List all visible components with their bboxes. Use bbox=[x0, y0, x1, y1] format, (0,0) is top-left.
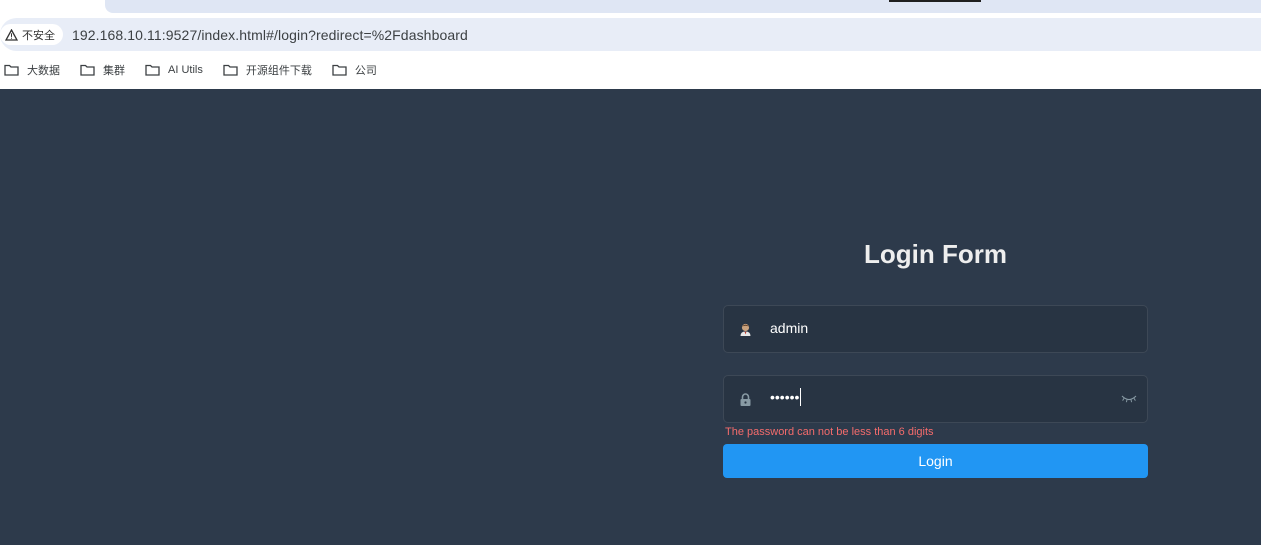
folder-icon bbox=[332, 64, 347, 76]
password-field[interactable]: •••••• bbox=[723, 375, 1148, 423]
address-bar[interactable]: 不安全 192.168.10.11:9527/index.html#/login… bbox=[0, 18, 1261, 51]
bookmark-label: 集群 bbox=[103, 65, 125, 77]
login-page: Login Form admin •••••• The password can… bbox=[0, 89, 1261, 545]
text-caret bbox=[800, 388, 802, 406]
bookmark-label: 大数据 bbox=[27, 65, 60, 77]
bookmark-folder[interactable]: 公司 bbox=[332, 62, 377, 78]
username-input[interactable]: admin bbox=[770, 320, 808, 336]
browser-tab-strip bbox=[0, 0, 1261, 18]
login-button[interactable]: Login bbox=[723, 444, 1148, 478]
bookmark-label: 公司 bbox=[354, 65, 377, 77]
eye-closed-icon[interactable] bbox=[1121, 393, 1137, 405]
folder-icon bbox=[223, 64, 238, 76]
username-field[interactable]: admin bbox=[723, 305, 1148, 353]
folder-icon bbox=[145, 64, 160, 76]
folder-icon bbox=[4, 64, 19, 76]
url-text[interactable]: 192.168.10.11:9527/index.html#/login?red… bbox=[72, 27, 468, 43]
password-mask: •••••• bbox=[770, 389, 800, 405]
tab-indicator bbox=[889, 0, 981, 2]
password-input[interactable]: •••••• bbox=[770, 388, 802, 406]
bookmark-label: AI Utils bbox=[168, 64, 203, 76]
password-error-message: The password can not be less than 6 digi… bbox=[725, 426, 934, 438]
warning-icon bbox=[5, 28, 18, 41]
bookmark-folder[interactable]: AI Utils bbox=[145, 64, 203, 76]
bookmarks-bar: 大数据 集群 AI Utils 开源组件下载 公司 bbox=[0, 51, 1261, 89]
active-tab[interactable] bbox=[105, 0, 1261, 13]
security-label: 不安全 bbox=[22, 29, 55, 42]
bookmark-label: 开源组件下载 bbox=[245, 65, 312, 77]
bookmark-folder[interactable]: 大数据 bbox=[4, 62, 60, 78]
folder-icon bbox=[80, 64, 95, 76]
lock-icon bbox=[740, 393, 751, 406]
security-chip[interactable]: 不安全 bbox=[0, 24, 63, 45]
user-icon bbox=[740, 323, 751, 336]
bookmark-folder[interactable]: 开源组件下载 bbox=[223, 62, 312, 78]
bookmark-folder[interactable]: 集群 bbox=[80, 62, 125, 78]
login-title: Login Form bbox=[864, 239, 1007, 269]
